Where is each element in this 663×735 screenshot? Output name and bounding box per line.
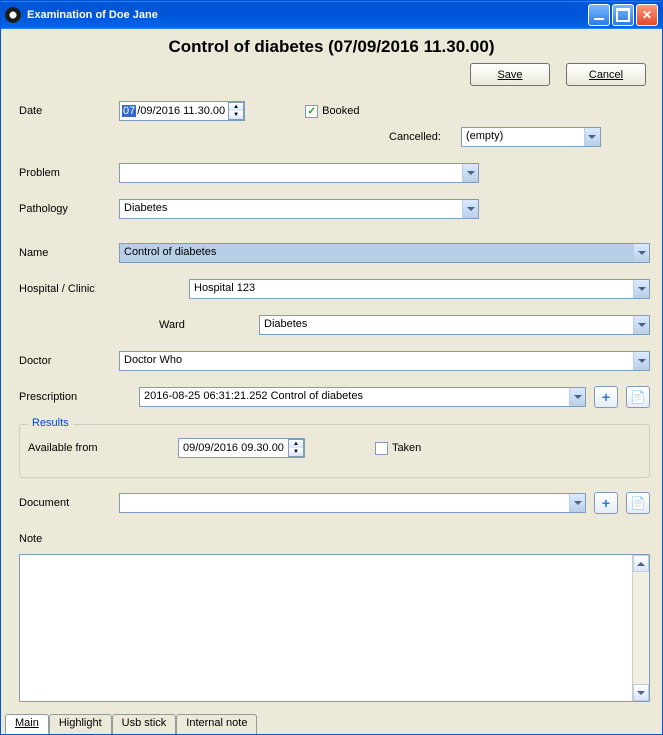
tab-usb[interactable]: Usb stick bbox=[112, 714, 177, 734]
date-spin-up[interactable]: ▲ bbox=[229, 103, 243, 111]
date-spinner[interactable]: ▲ ▼ bbox=[228, 102, 244, 120]
cancel-button[interactable]: Cancel bbox=[566, 63, 646, 86]
scroll-up-button[interactable] bbox=[633, 555, 649, 572]
name-select[interactable]: Control of diabetes bbox=[119, 243, 650, 263]
close-button[interactable] bbox=[636, 4, 658, 26]
note-textarea[interactable] bbox=[19, 554, 650, 702]
document-add-button[interactable] bbox=[594, 492, 618, 514]
name-label: Name bbox=[19, 247, 119, 259]
taken-checkbox[interactable] bbox=[375, 442, 388, 455]
maximize-button[interactable] bbox=[612, 4, 634, 26]
date-label: Date bbox=[19, 105, 119, 117]
page-title: Control of diabetes (07/09/2016 11.30.00… bbox=[1, 29, 662, 63]
prescription-select[interactable]: 2016-08-25 06:31:21.252 Control of diabe… bbox=[139, 387, 586, 407]
cancelled-label: Cancelled: bbox=[389, 131, 441, 143]
booked-label: Booked bbox=[322, 105, 359, 117]
document-doc-button[interactable] bbox=[626, 492, 650, 514]
app-icon bbox=[5, 7, 21, 23]
pathology-select[interactable]: Diabetes bbox=[119, 199, 479, 219]
tab-highlight[interactable]: Highlight bbox=[49, 714, 112, 734]
window-title: Examination of Doe Jane bbox=[27, 9, 588, 21]
doctor-label: Doctor bbox=[19, 355, 119, 367]
doctor-select[interactable]: Doctor Who bbox=[119, 351, 650, 371]
tab-internal[interactable]: Internal note bbox=[176, 714, 257, 734]
date-field[interactable]: 07/09/2016 11.30.00 bbox=[120, 104, 228, 118]
booked-checkbox[interactable] bbox=[305, 105, 318, 118]
hospital-label: Hospital / Clinic bbox=[19, 283, 119, 295]
pathology-label: Pathology bbox=[19, 203, 119, 215]
chevron-down-icon[interactable] bbox=[569, 494, 585, 512]
results-group: Results Available from 09/09/2016 09.30.… bbox=[19, 424, 650, 478]
available-spin-down[interactable]: ▼ bbox=[289, 448, 303, 456]
scroll-track[interactable] bbox=[633, 572, 649, 684]
available-date-field[interactable]: 09/09/2016 09.30.00 bbox=[179, 441, 288, 455]
prescription-label: Prescription bbox=[19, 391, 139, 403]
problem-select[interactable] bbox=[119, 163, 479, 183]
available-date-spinner[interactable]: ▲ ▼ bbox=[288, 439, 304, 457]
minimize-button[interactable] bbox=[588, 4, 610, 26]
note-scrollbar[interactable] bbox=[632, 555, 649, 701]
note-label: Note bbox=[19, 533, 119, 545]
chevron-down-icon[interactable] bbox=[633, 352, 649, 370]
problem-label: Problem bbox=[19, 167, 119, 179]
available-spin-up[interactable]: ▲ bbox=[289, 440, 303, 448]
document-select[interactable] bbox=[119, 493, 586, 513]
taken-label: Taken bbox=[392, 442, 421, 454]
document-label: Document bbox=[19, 497, 119, 509]
availablefrom-label: Available from bbox=[28, 442, 178, 454]
ward-label: Ward bbox=[159, 319, 259, 331]
results-legend: Results bbox=[28, 417, 73, 429]
chevron-down-icon[interactable] bbox=[462, 164, 478, 182]
chevron-down-icon[interactable] bbox=[584, 128, 600, 146]
prescription-doc-button[interactable] bbox=[626, 386, 650, 408]
titlebar[interactable]: Examination of Doe Jane bbox=[1, 1, 662, 29]
scroll-down-button[interactable] bbox=[633, 684, 649, 701]
chevron-down-icon[interactable] bbox=[462, 200, 478, 218]
examination-window: Examination of Doe Jane Control of diabe… bbox=[0, 0, 663, 735]
hospital-select[interactable]: Hospital 123 bbox=[189, 279, 650, 299]
tab-main[interactable]: Main bbox=[5, 714, 49, 734]
date-spin-down[interactable]: ▼ bbox=[229, 111, 243, 119]
chevron-down-icon[interactable] bbox=[569, 388, 585, 406]
cancelled-select[interactable]: (empty) bbox=[461, 127, 601, 147]
save-button[interactable]: Save bbox=[470, 63, 550, 86]
chevron-down-icon[interactable] bbox=[633, 280, 649, 298]
prescription-add-button[interactable] bbox=[594, 386, 618, 408]
chevron-down-icon[interactable] bbox=[633, 244, 649, 262]
ward-select[interactable]: Diabetes bbox=[259, 315, 650, 335]
chevron-down-icon[interactable] bbox=[633, 316, 649, 334]
tab-bar: Main Highlight Usb stick Internal note bbox=[1, 712, 662, 734]
